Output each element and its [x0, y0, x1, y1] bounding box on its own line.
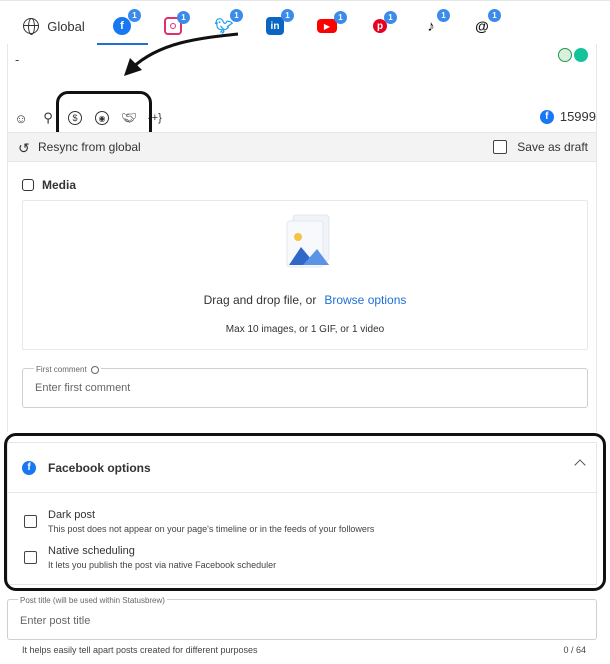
browse-options-link[interactable]: Browse options — [324, 293, 406, 307]
post-title-input[interactable]: Enter post title — [7, 599, 597, 640]
annotation-arrow — [124, 32, 239, 76]
info-icon[interactable] — [90, 365, 99, 374]
tab-badge: 1 — [128, 9, 141, 22]
tab-global[interactable]: Global — [14, 9, 94, 43]
threads-icon: @ 1 — [473, 9, 501, 35]
grammarly-icon[interactable] — [574, 48, 588, 62]
grammarly-widget[interactable] — [558, 48, 588, 62]
globe-icon — [23, 18, 40, 35]
media-dropzone[interactable]: Drag and drop file, or Browse options Max… — [22, 200, 588, 350]
tab-youtube[interactable]: ▶ 1 — [316, 9, 347, 43]
post-title-label: Post title (will be used within Statusbr… — [18, 596, 167, 605]
tab-badge: 1 — [334, 11, 347, 24]
tab-badge: 1 — [281, 9, 294, 22]
location-pin-icon[interactable]: ⚲ — [41, 110, 55, 125]
save-as-draft-toggle[interactable]: Save as draft — [493, 140, 588, 154]
first-comment-label: First comment — [34, 365, 101, 374]
upload-illustration-icon — [286, 214, 330, 268]
first-comment-input[interactable]: Enter first comment — [22, 368, 588, 408]
sync-icon[interactable]: ↺ — [18, 140, 30, 157]
editor-text[interactable]: - — [15, 52, 19, 67]
char-count-value: 15999 — [559, 109, 596, 124]
tab-badge: 1 — [230, 9, 243, 22]
save-draft-label: Save as draft — [517, 140, 588, 154]
youtube-icon: ▶ 1 — [317, 11, 347, 33]
dropzone-text: Drag and drop file, or Browse options — [203, 293, 407, 307]
image-icon — [22, 179, 34, 191]
tab-threads[interactable]: @ 1 — [472, 9, 501, 43]
network-tab-bar: Global f 1 1 🐦︎ 1 in 1 ▶ 1 p 1 ♪ 1 @ 1 — [0, 0, 610, 45]
post-title-placeholder: Enter post title — [20, 615, 91, 627]
resync-button[interactable]: Resync from global — [38, 140, 141, 154]
content-panel: Media Drag and drop file, or Browse optio… — [7, 162, 597, 432]
tab-badge: 1 — [437, 9, 450, 22]
pinterest-icon: p 1 — [373, 11, 397, 33]
tiktok-icon: ♪ 1 — [422, 9, 450, 35]
lightbulb-icon[interactable] — [558, 48, 572, 62]
tab-badge: 1 — [488, 9, 501, 22]
media-limits: Max 10 images, or 1 GIF, or 1 video — [225, 324, 385, 335]
facebook-icon: f — [539, 109, 554, 124]
annotation-highlight-box — [4, 433, 606, 591]
resync-bar: ↺ Resync from global Save as draft — [7, 132, 597, 162]
linkedin-icon: in 1 — [266, 9, 294, 35]
tab-tiktok[interactable]: ♪ 1 — [421, 9, 450, 43]
post-title-help: It helps easily tell apart posts created… — [22, 645, 258, 655]
media-section-title: Media — [22, 178, 76, 192]
tab-pinterest[interactable]: p 1 — [370, 9, 397, 43]
tab-linkedin[interactable]: in 1 — [265, 9, 294, 43]
tab-badge: 1 — [384, 11, 397, 24]
tab-badge: 1 — [177, 11, 190, 24]
first-comment-placeholder: Enter first comment — [35, 382, 131, 394]
save-draft-checkbox[interactable] — [493, 140, 508, 154]
facebook-char-counter: f 15999 — [539, 109, 596, 124]
emoji-icon[interactable]: ☺ — [14, 111, 28, 126]
post-title-counter: 0 / 64 — [563, 645, 586, 655]
tab-global-label: Global — [47, 18, 85, 34]
